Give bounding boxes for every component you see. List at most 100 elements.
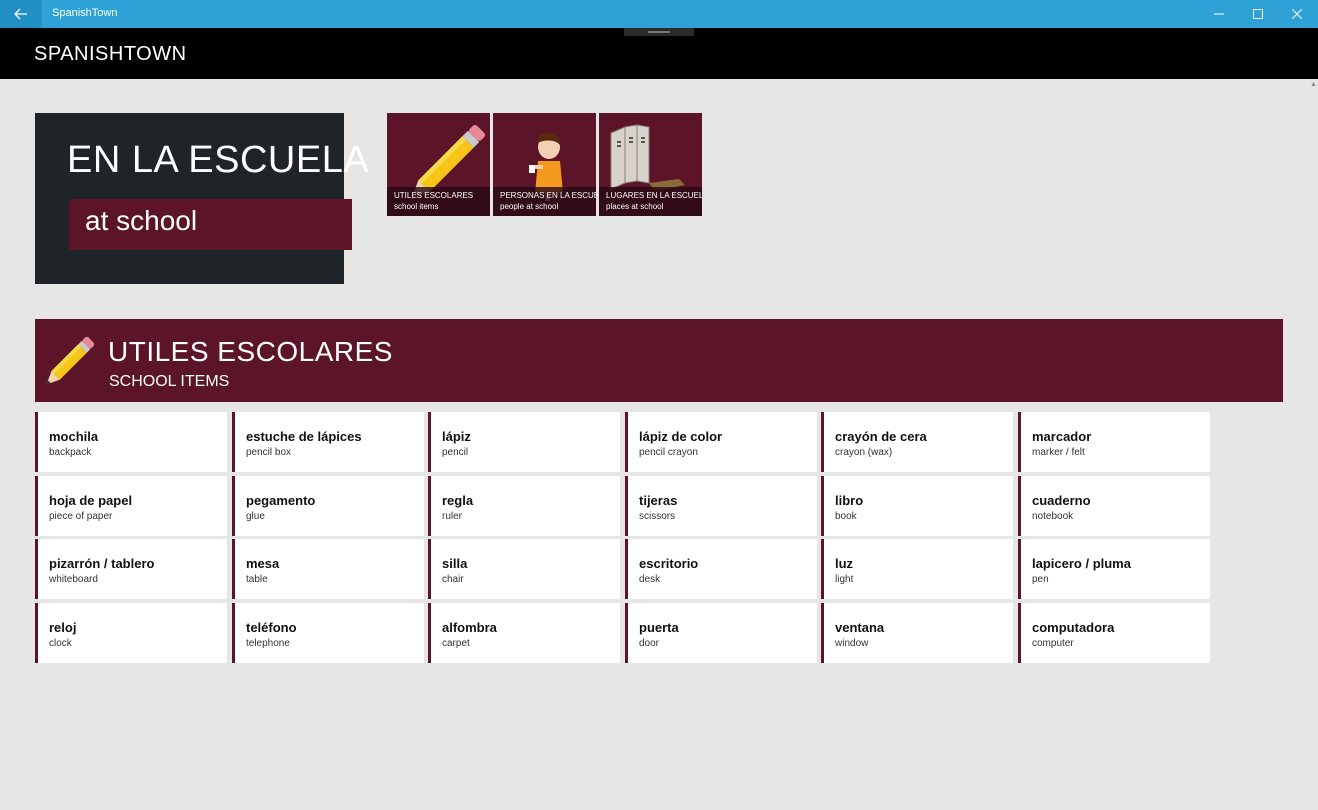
title-bar: SpanishTown bbox=[0, 0, 1318, 28]
word-spanish: marcador bbox=[1032, 429, 1092, 444]
word-spanish: pegamento bbox=[246, 493, 316, 508]
word-english: light bbox=[835, 574, 854, 585]
word-spanish: pizarrón / tablero bbox=[49, 556, 155, 571]
word-english: backpack bbox=[49, 447, 92, 458]
word-card[interactable]: crayón de cera crayon (wax) bbox=[821, 412, 1013, 472]
word-english: pencil box bbox=[246, 447, 292, 458]
word-card[interactable]: lapicero / pluma pen bbox=[1018, 539, 1210, 599]
word-english: table bbox=[246, 574, 268, 585]
word-spanish: tijeras bbox=[639, 493, 678, 508]
tile-utiles-escolares[interactable]: UTILES ESCOLARES school items bbox=[387, 113, 490, 216]
word-card[interactable]: ventana window bbox=[821, 603, 1013, 663]
word-spanish: luz bbox=[835, 556, 854, 571]
word-card[interactable]: lápiz de color pencil crayon bbox=[625, 412, 817, 472]
word-card[interactable]: silla chair bbox=[428, 539, 620, 599]
word-english: pen bbox=[1032, 574, 1049, 585]
word-spanish: escritorio bbox=[639, 556, 699, 571]
minimize-icon bbox=[1214, 13, 1224, 15]
word-card[interactable]: tijeras scissors bbox=[625, 476, 817, 536]
word-spanish: estuche de lápices bbox=[246, 429, 362, 444]
word-card[interactable]: puerta door bbox=[625, 603, 817, 663]
word-english: book bbox=[835, 511, 857, 522]
tile-personas-en-la-escuela[interactable]: PERSONAS EN LA ESCUELA people at school bbox=[493, 113, 596, 216]
word-english: chair bbox=[442, 574, 464, 585]
tile-lugares-en-la-escuela[interactable]: LUGARES EN LA ESCUELA places at school bbox=[599, 113, 702, 216]
section-subtitle: SCHOOL ITEMS bbox=[109, 373, 230, 390]
word-english: pencil bbox=[442, 447, 469, 458]
tile-title: LUGARES EN LA ESCUELA bbox=[606, 191, 702, 200]
word-spanish: silla bbox=[442, 556, 468, 571]
word-english: notebook bbox=[1032, 511, 1074, 522]
word-card[interactable]: mesa table bbox=[232, 539, 424, 599]
word-card[interactable]: teléfono telephone bbox=[232, 603, 424, 663]
word-card[interactable]: cuaderno notebook bbox=[1018, 476, 1210, 536]
word-english: window bbox=[835, 638, 869, 649]
word-spanish: mesa bbox=[246, 556, 280, 571]
pencil-icon bbox=[46, 337, 94, 385]
word-card[interactable]: computadora computer bbox=[1018, 603, 1210, 663]
word-card[interactable]: libro book bbox=[821, 476, 1013, 536]
word-english: door bbox=[639, 638, 660, 649]
word-card[interactable]: luz light bbox=[821, 539, 1013, 599]
word-card[interactable]: hoja de papel piece of paper bbox=[35, 476, 227, 536]
drag-handle[interactable] bbox=[624, 28, 694, 36]
word-english: pencil crayon bbox=[639, 447, 698, 458]
word-spanish: lápiz bbox=[442, 429, 471, 444]
word-spanish: cuaderno bbox=[1032, 493, 1091, 508]
word-english: whiteboard bbox=[49, 574, 98, 585]
word-english: carpet bbox=[442, 638, 470, 649]
word-spanish: lápiz de color bbox=[639, 429, 723, 444]
word-english: glue bbox=[246, 511, 265, 522]
word-card[interactable]: reloj clock bbox=[35, 603, 227, 663]
tile-title: PERSONAS EN LA ESCUELA bbox=[500, 191, 596, 200]
tile-caption: LUGARES EN LA ESCUELA places at school bbox=[599, 187, 702, 216]
app-brand: SPANISHTOWN bbox=[34, 43, 187, 65]
word-card[interactable]: marcador marker / felt bbox=[1018, 412, 1210, 472]
word-card[interactable]: pizarrón / tablero whiteboard bbox=[35, 539, 227, 599]
tile-subtitle: school items bbox=[394, 202, 439, 211]
back-button[interactable] bbox=[0, 0, 42, 28]
word-spanish: crayón de cera bbox=[835, 429, 927, 444]
word-spanish: alfombra bbox=[442, 620, 497, 635]
word-english: ruler bbox=[442, 511, 463, 522]
word-spanish: lapicero / pluma bbox=[1032, 556, 1131, 571]
hero-subtitle: at school bbox=[69, 199, 352, 250]
close-icon bbox=[1292, 9, 1302, 19]
word-spanish: libro bbox=[835, 493, 864, 508]
word-spanish: regla bbox=[442, 493, 474, 508]
hero-title: EN LA ESCUELA bbox=[67, 139, 370, 181]
word-english: marker / felt bbox=[1032, 447, 1085, 458]
vertical-scrollbar[interactable]: ▲ bbox=[1309, 79, 1318, 810]
close-button[interactable] bbox=[1274, 0, 1318, 28]
tile-subtitle: places at school bbox=[606, 202, 664, 211]
word-card[interactable]: alfombra carpet bbox=[428, 603, 620, 663]
word-english: telephone bbox=[246, 638, 290, 649]
word-card[interactable]: lápiz pencil bbox=[428, 412, 620, 472]
word-english: crayon (wax) bbox=[835, 447, 893, 458]
word-english: clock bbox=[49, 638, 72, 649]
word-english: desk bbox=[639, 574, 661, 585]
back-arrow-icon bbox=[14, 8, 27, 20]
word-card[interactable]: estuche de lápices pencil box bbox=[232, 412, 424, 472]
scroll-up-icon[interactable]: ▲ bbox=[1310, 81, 1317, 88]
word-card[interactable]: mochila backpack bbox=[35, 412, 227, 472]
window-title: SpanishTown bbox=[52, 7, 118, 19]
tile-caption: UTILES ESCOLARES school items bbox=[387, 187, 490, 216]
word-card[interactable]: pegamento glue bbox=[232, 476, 424, 536]
word-spanish: computadora bbox=[1032, 620, 1115, 635]
tile-caption: PERSONAS EN LA ESCUELA people at school bbox=[493, 187, 596, 216]
tile-title: UTILES ESCOLARES bbox=[394, 191, 474, 200]
word-spanish: mochila bbox=[49, 429, 99, 444]
word-spanish: ventana bbox=[835, 620, 885, 635]
word-card[interactable]: regla ruler bbox=[428, 476, 620, 536]
word-spanish: teléfono bbox=[246, 620, 297, 635]
section-title: UTILES ESCOLARES bbox=[108, 336, 393, 367]
word-spanish: hoja de papel bbox=[49, 493, 133, 508]
section-header: UTILES ESCOLARES SCHOOL ITEMS bbox=[35, 319, 1283, 402]
word-card[interactable]: escritorio desk bbox=[625, 539, 817, 599]
word-english: scissors bbox=[639, 511, 676, 522]
word-english: computer bbox=[1032, 638, 1074, 649]
maximize-icon bbox=[1253, 9, 1263, 19]
word-spanish: reloj bbox=[49, 620, 77, 635]
app-header: SPANISHTOWN bbox=[0, 28, 1318, 79]
